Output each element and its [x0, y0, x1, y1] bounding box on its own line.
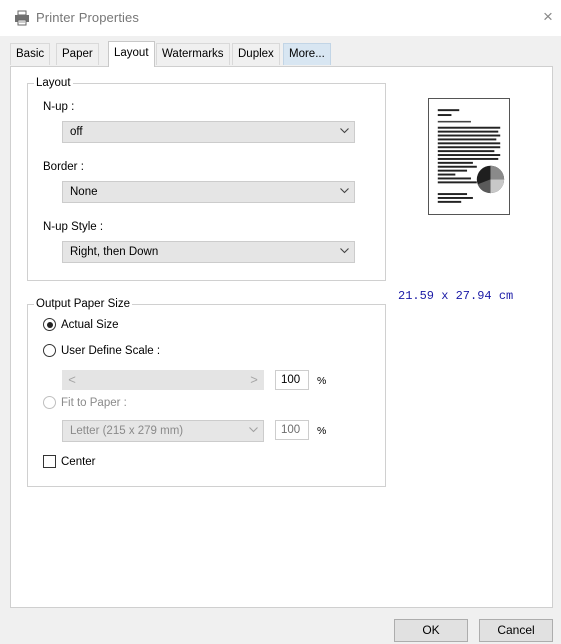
- tab-layout[interactable]: Layout: [108, 41, 155, 67]
- tab-duplex[interactable]: Duplex: [232, 43, 280, 65]
- scale-left-arrow[interactable]: <: [64, 371, 80, 389]
- title-bar: Printer Properties ×: [0, 0, 561, 36]
- output-group-title: Output Paper Size: [34, 297, 132, 311]
- border-select[interactable]: None: [62, 181, 355, 203]
- fit-percent-unit: %: [317, 425, 327, 437]
- cancel-button[interactable]: Cancel: [479, 619, 553, 642]
- output-paper-size-group: Output Paper Size Actual Size User Defin…: [27, 297, 386, 487]
- nup-style-value: Right, then Down: [70, 246, 159, 258]
- scale-percent-unit: %: [317, 375, 327, 387]
- fit-to-paper-radio[interactable]: [43, 396, 56, 409]
- border-value: None: [70, 186, 98, 198]
- chevron-down-icon: [340, 188, 349, 194]
- tab-more[interactable]: More...: [283, 43, 331, 65]
- tab-paper[interactable]: Paper: [56, 43, 99, 65]
- layout-group-title: Layout: [34, 76, 73, 90]
- layout-group: Layout N-up : off Border : None N-up Sty…: [27, 76, 386, 281]
- center-checkbox[interactable]: [43, 455, 56, 468]
- printer-icon: [15, 10, 29, 26]
- chevron-down-icon: [249, 427, 258, 433]
- chevron-down-icon: [340, 248, 349, 254]
- tab-watermarks[interactable]: Watermarks: [156, 43, 230, 65]
- nup-label: N-up :: [43, 101, 75, 113]
- nup-value: off: [70, 126, 83, 138]
- fit-percent-input[interactable]: 100: [275, 420, 309, 440]
- paper-dimensions: 21.59 x 27.94 cm: [398, 289, 514, 303]
- border-label: Border :: [43, 161, 84, 173]
- fit-paper-select[interactable]: Letter (215 x 279 mm): [62, 420, 264, 442]
- close-icon[interactable]: ×: [538, 8, 558, 28]
- fit-paper-value: Letter (215 x 279 mm): [70, 425, 184, 437]
- nup-style-label: N-up Style :: [43, 221, 104, 233]
- ok-button[interactable]: OK: [394, 619, 468, 642]
- tab-basic[interactable]: Basic: [10, 43, 51, 65]
- scale-percent-input[interactable]: 100: [275, 370, 309, 390]
- scale-right-arrow[interactable]: >: [246, 371, 262, 389]
- nup-select[interactable]: off: [62, 121, 355, 143]
- fit-to-paper-label: Fit to Paper :: [61, 397, 127, 409]
- center-label: Center: [61, 456, 96, 468]
- actual-size-radio[interactable]: [43, 318, 56, 331]
- nup-style-select[interactable]: Right, then Down: [62, 241, 355, 263]
- user-define-scale-label: User Define Scale :: [61, 345, 161, 357]
- chevron-down-icon: [340, 128, 349, 134]
- page-preview-icon: [428, 98, 510, 215]
- layout-tab-panel: Layout N-up : off Border : None N-up Sty…: [10, 66, 553, 608]
- actual-size-label: Actual Size: [61, 319, 119, 331]
- scale-slider[interactable]: < >: [62, 370, 264, 390]
- user-define-scale-radio[interactable]: [43, 344, 56, 357]
- window-title: Printer Properties: [36, 10, 139, 25]
